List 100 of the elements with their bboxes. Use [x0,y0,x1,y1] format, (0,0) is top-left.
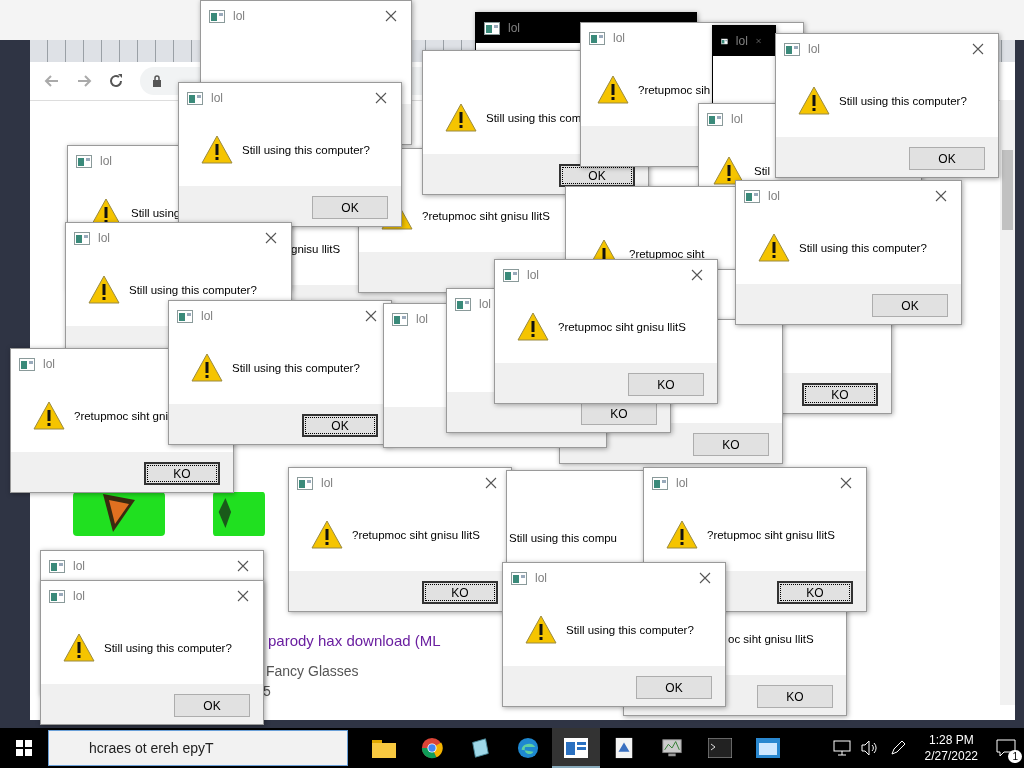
browser-icon [421,737,443,759]
app-icon [784,42,800,56]
network-icon[interactable] [832,740,851,756]
dialog-message: Still using this computer? [566,623,694,636]
close-icon[interactable] [365,310,377,322]
close-icon[interactable] [840,477,852,489]
close-icon[interactable] [935,190,947,202]
app-icon [76,154,92,168]
dialog-message: Still using this computer? [232,361,360,374]
terminal-icon [708,738,732,758]
warning-icon [758,232,790,263]
pen-icon[interactable] [888,739,907,757]
clock[interactable]: 1:28 PM 2/27/2022 [916,732,986,764]
app-icon [297,476,313,490]
window-title: lol [479,297,491,311]
app-icon [503,268,519,282]
close-icon[interactable] [237,560,249,572]
close-icon[interactable] [699,572,711,584]
window-icon [756,738,780,758]
dialog-button[interactable]: OK [909,147,985,170]
window-title: lol [73,559,85,573]
warning-icon [713,155,745,186]
app-icon [707,112,723,126]
window-title: lol [768,189,780,203]
window-title: lol [233,9,245,23]
app-app-button[interactable] [552,728,600,768]
dialog-button[interactable]: KO [757,685,833,708]
window-title: lol [508,21,520,35]
dialog-message: ?retupmoc siht gnisu llitS [707,528,835,541]
dialog-message: ?retupmoc siht gnisu llitS [422,209,550,222]
scrollbar[interactable] [1000,100,1015,705]
close-icon[interactable] [972,43,984,55]
clock-date: 2/27/2022 [924,748,978,764]
dialog-message: Still using this computer? [129,283,257,296]
warning-icon [191,352,223,383]
app-icon [744,189,760,203]
app-icon [511,571,527,585]
dialog-button[interactable]: OK [312,196,388,219]
window-title: lol [98,231,110,245]
dialog-button[interactable]: KO [581,402,657,425]
warning-icon [33,400,65,431]
volume-icon[interactable] [860,740,879,756]
dialog-button[interactable]: KO [777,581,853,604]
window-title: lol [535,571,547,585]
dialog-button[interactable]: KO [422,581,498,604]
dialog-message: Still using this computer? [799,241,927,254]
warning-icon [445,102,477,133]
window-title: lol [211,91,223,105]
window-title: lol [676,476,688,490]
dialog-button[interactable]: KO [628,373,704,396]
warning-icon [597,74,629,105]
result-link[interactable]: parody hax download (ML [268,632,441,649]
app-window-icon [564,738,588,758]
close-icon[interactable] [375,92,387,104]
app-icon [177,309,193,323]
notification-badge: 1 [1008,750,1022,763]
warning-icon [517,311,549,342]
window-title: lol [808,42,820,56]
reload-icon[interactable] [108,73,124,89]
close-icon[interactable] [265,232,277,244]
window-title: lol [613,31,625,45]
window-title: lol [416,312,428,326]
warning-icon [525,614,557,645]
wave-icon [517,737,539,759]
dialog-message: Still using this computer? [104,641,232,654]
window-title: lol [201,309,213,323]
window-title: lol [73,589,85,603]
result-snippet: Fancy Glasses [266,663,359,679]
warning-icon [666,519,698,550]
dialog-message: Still using this computer? [242,143,370,156]
dialog-message: Still using this computer? [839,94,967,107]
close-icon[interactable] [385,10,397,22]
dialog-message: Still using this compu [509,531,618,544]
dialog-button[interactable]: KO [144,462,220,485]
warning-icon [311,519,343,550]
dialog-button[interactable]: OK [872,294,948,317]
app-icon [187,91,203,105]
document-icon [613,737,635,759]
result-snippet: 5 [263,683,271,699]
window-title: lol [43,357,55,371]
app-icon [49,589,65,603]
close-icon[interactable] [237,590,249,602]
close-icon[interactable] [691,269,703,281]
start-icon[interactable] [16,740,32,756]
dialog-button[interactable]: OK [636,676,712,699]
dialog-button[interactable]: OK [302,414,378,437]
dialog-message: gnisu llitS [291,242,341,255]
app-icon [49,559,65,573]
window-title: lol [735,34,748,48]
app-icon [74,231,90,245]
dialog-button[interactable]: KO [693,433,769,456]
dialog-message: oc siht gnisu llitS [728,632,814,645]
close-icon[interactable] [485,477,497,489]
dialog-message: ?retupmoc siht gnisu llitS [558,320,686,333]
app-icon [589,31,605,45]
search-field[interactable]: hcraes ot ereh epyT [48,730,348,766]
dialog-button[interactable]: OK [174,694,250,717]
app-icon [209,9,225,23]
dialog-message: ?retupmoc siht [629,247,705,260]
dialog-button[interactable]: KO [802,383,878,406]
